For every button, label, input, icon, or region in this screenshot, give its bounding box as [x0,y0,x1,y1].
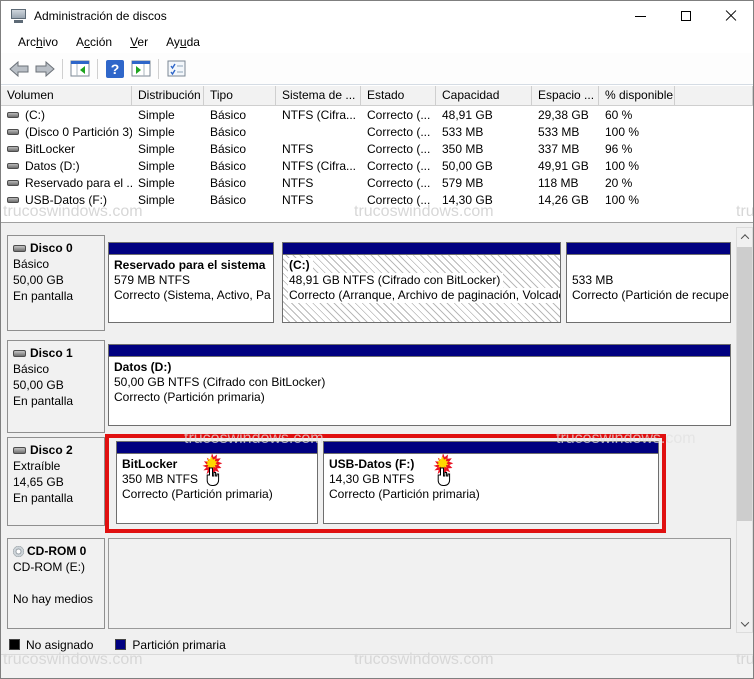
partition-recovery[interactable]: 533 MB Correcto (Partición de recupe [566,242,731,323]
volume-icon [7,163,19,169]
disk-icon [13,350,26,357]
disk-management-window: Administración de discos Archivo Acción … [0,0,754,679]
volume-row-disco0-particion3[interactable]: (Disco 0 Partición 3) SimpleBásico Corre… [1,123,753,140]
legend-color-swatch [115,639,126,650]
app-icon [11,8,27,24]
cdrom-empty-region[interactable] [108,538,731,629]
action-pane-icon [131,60,151,77]
menu-accion[interactable]: Acción [67,33,121,51]
disk-icon [13,447,26,454]
col-estado[interactable]: Estado [361,86,436,106]
maximize-button[interactable] [663,1,708,31]
volume-row-c[interactable]: (C:) SimpleBásico NTFS (Cifra...Correcto… [1,106,753,123]
menubar: Archivo Acción Ver Ayuda [1,31,753,53]
col-distribucion[interactable]: Distribución [132,86,204,106]
partition-strip [108,344,731,356]
minimize-button[interactable] [618,1,663,31]
properties-list-icon [167,60,186,77]
help-icon: ? [105,59,125,79]
legend-color-swatch [9,639,20,650]
scrollbar-thumb[interactable] [737,247,752,521]
help-button[interactable]: ? [102,56,128,82]
toolbar-separator [158,59,159,79]
chevron-up-icon [740,234,748,242]
volume-row-reservado[interactable]: Reservado para el ... SimpleBásico NTFSC… [1,174,753,191]
partition-strip [566,242,731,254]
svg-text:?: ? [111,61,120,77]
chevron-down-icon [740,618,748,626]
partition-datos[interactable]: Datos (D:) 50,00 GB NTFS (Cifrado con Bi… [108,344,731,426]
vertical-scrollbar[interactable] [736,227,753,633]
col-sistema[interactable]: Sistema de ... [276,86,361,106]
volume-icon [7,129,19,135]
back-icon [9,61,29,77]
console-tree-button[interactable] [67,56,93,82]
col-tipo[interactable]: Tipo [204,86,276,106]
partition-reservado[interactable]: Reservado para el sistema 579 MB NTFS Co… [108,242,274,323]
volume-list: Volumen Distribución Tipo Sistema de ...… [1,86,753,221]
col-filler [675,86,753,106]
maximize-icon [681,11,691,21]
titlebar: Administración de discos [1,1,753,31]
disk1-panel[interactable]: Disco 1 Básico 50,00 GB En pantalla [7,340,105,433]
volume-icon [7,180,19,186]
cdrom-icon [13,546,24,557]
volume-icon [7,197,19,203]
disk-graph-pane: Disco 0 Básico 50,00 GB En pantalla Rese… [1,225,754,635]
volume-row-bitlocker[interactable]: BitLocker SimpleBásico NTFSCorrecto (...… [1,140,753,157]
col-volumen[interactable]: Volumen [1,86,132,106]
cdrom-panel[interactable]: CD-ROM 0 CD-ROM (E:) No hay medios [7,538,105,629]
forward-icon [35,61,55,77]
scroll-down-button[interactable] [737,615,752,632]
console-tree-icon [70,60,90,77]
scroll-up-button[interactable] [737,228,752,245]
menu-ayuda[interactable]: Ayuda [157,33,209,51]
statusbar [1,654,753,679]
legend-particion-primaria: Partición primaria [115,638,225,652]
action-pane-button[interactable] [128,56,154,82]
legend-no-asignado: No asignado [9,638,93,652]
disk-icon [13,245,26,252]
volume-list-header: Volumen Distribución Tipo Sistema de ...… [1,86,753,106]
col-espacio[interactable]: Espacio ... [532,86,599,106]
close-icon [725,10,737,22]
close-button[interactable] [708,1,753,31]
volume-row-datos[interactable]: Datos (D:) SimpleBásico NTFS (Cifra...Co… [1,157,753,174]
volume-icon [7,112,19,118]
partition-c[interactable]: (C:) 48,91 GB NTFS (Cifrado con BitLocke… [282,242,561,323]
forward-button[interactable] [32,56,58,82]
disk0-panel[interactable]: Disco 0 Básico 50,00 GB En pantalla [7,235,105,331]
toolbar-separator [62,59,63,79]
col-disponible[interactable]: % disponible [599,86,675,106]
properties-button[interactable] [163,56,189,82]
highlight-box [105,434,666,533]
volume-row-usb-datos[interactable]: USB-Datos (F:) SimpleBásico NTFSCorrecto… [1,191,753,208]
toolbar: ? [1,53,753,85]
legend-bar: No asignado Partición primaria [1,635,753,654]
toolbar-separator [97,59,98,79]
back-button[interactable] [6,56,32,82]
disk2-panel[interactable]: Disco 2 Extraíble 14,65 GB En pantalla [7,437,105,526]
menu-ver[interactable]: Ver [121,33,157,51]
window-title: Administración de discos [34,9,167,23]
volume-icon [7,146,19,152]
partition-strip [108,242,274,254]
menu-archivo[interactable]: Archivo [9,33,67,51]
col-capacidad[interactable]: Capacidad [436,86,532,106]
minimize-icon [635,16,646,17]
partition-strip [282,242,561,254]
